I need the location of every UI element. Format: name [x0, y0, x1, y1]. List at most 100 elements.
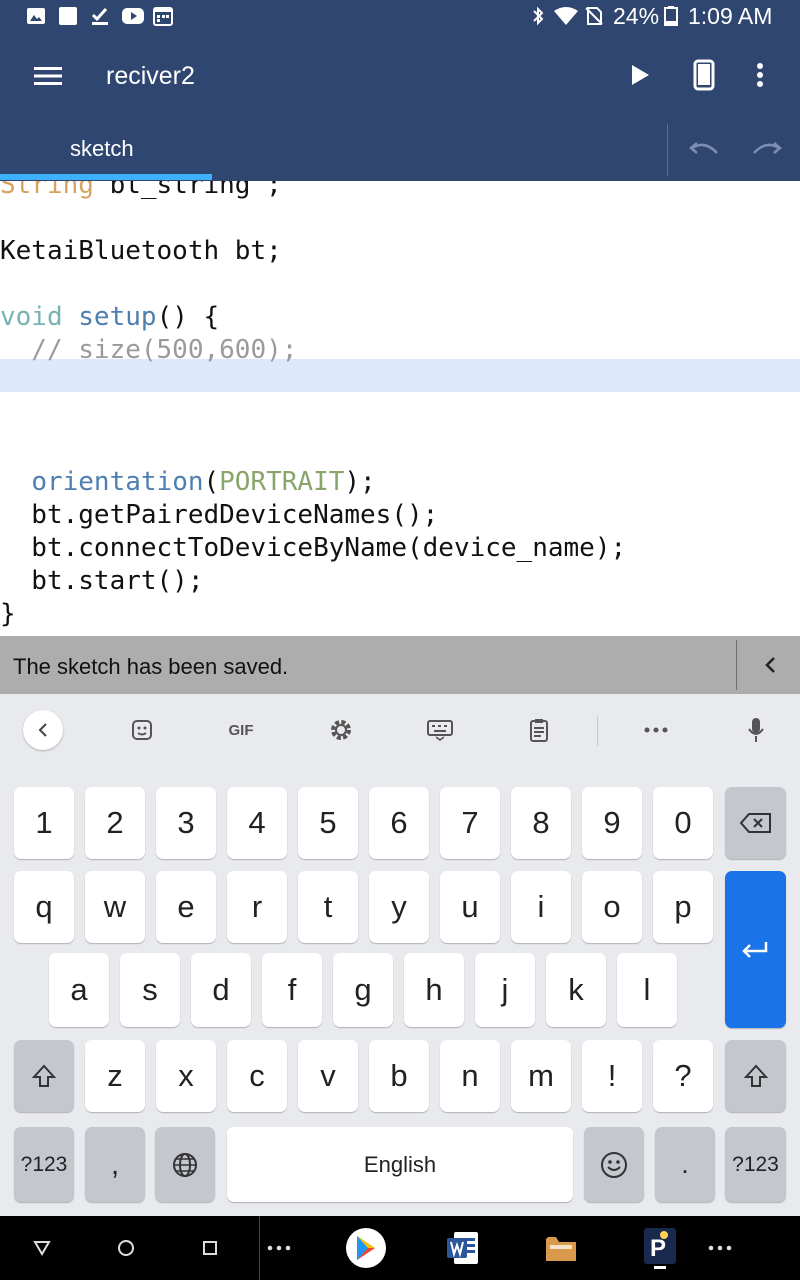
dots-icon[interactable]	[266, 1236, 292, 1260]
key-x[interactable]: x	[156, 1040, 216, 1112]
key-b[interactable]: b	[369, 1040, 429, 1112]
key-4[interactable]: 4	[227, 787, 287, 859]
mic-icon[interactable]	[736, 710, 776, 750]
key-o[interactable]: o	[582, 871, 642, 943]
shift-key-right[interactable]	[725, 1040, 786, 1112]
code-token: void	[0, 302, 63, 332]
svg-text:P: P	[650, 1235, 666, 1262]
wifi-icon	[554, 7, 578, 25]
calendar-icon	[153, 7, 173, 26]
key-c[interactable]: c	[227, 1040, 287, 1112]
files-icon[interactable]	[543, 1230, 579, 1266]
emoji-icon	[601, 1151, 627, 1178]
code-token: orientation	[31, 467, 204, 497]
key-9[interactable]: 9	[582, 787, 642, 859]
app-bar: reciver2 sketch	[0, 33, 800, 181]
gif-icon[interactable]: GIF	[218, 710, 264, 750]
menu-icon[interactable]	[34, 66, 62, 86]
back-chevron-icon[interactable]	[23, 710, 63, 750]
tab-sketch[interactable]: sketch	[70, 136, 134, 162]
code-token: }	[0, 599, 16, 629]
key-3[interactable]: 3	[156, 787, 216, 859]
key-5[interactable]: 5	[298, 787, 358, 859]
sticker-icon[interactable]	[122, 710, 162, 750]
code-token: KetaiBluetooth bt;	[0, 236, 282, 266]
chevron-left-icon[interactable]	[763, 656, 777, 674]
tab-divider	[667, 124, 668, 176]
more-vert-icon[interactable]	[755, 62, 765, 88]
play-store-icon[interactable]	[346, 1228, 386, 1268]
key-q[interactable]: q	[14, 871, 74, 943]
key-k[interactable]: k	[546, 953, 606, 1027]
code-token: bt.start();	[0, 566, 204, 596]
key-8[interactable]: 8	[511, 787, 571, 859]
enter-icon	[741, 941, 767, 958]
emoji-key[interactable]	[584, 1127, 644, 1202]
code-token: () {	[156, 302, 220, 332]
back-triangle-icon[interactable]	[30, 1236, 54, 1260]
key-t[interactable]: t	[298, 871, 358, 943]
key-j[interactable]: j	[475, 953, 535, 1027]
language-key[interactable]	[155, 1127, 215, 1202]
play-icon[interactable]	[629, 64, 651, 86]
enter-key[interactable]	[725, 871, 786, 1028]
key-w[interactable]: w	[85, 871, 145, 943]
clipboard-icon[interactable]	[519, 710, 559, 750]
backspace-key[interactable]	[725, 787, 786, 859]
shift-icon	[743, 1064, 768, 1087]
symbols-key-left[interactable]: ?123	[14, 1127, 74, 1202]
message-divider	[736, 640, 737, 690]
key-r[interactable]: r	[227, 871, 287, 943]
key-l[interactable]: l	[617, 953, 677, 1027]
symbols-key-right[interactable]: ?123	[725, 1127, 786, 1202]
square-icon	[59, 7, 77, 25]
key-7[interactable]: 7	[440, 787, 500, 859]
key-1[interactable]: 1	[14, 787, 74, 859]
recents-square-icon[interactable]	[198, 1236, 222, 1260]
key-s[interactable]: s	[120, 953, 180, 1027]
key-exclamation[interactable]: !	[582, 1040, 642, 1112]
undo-icon[interactable]	[689, 139, 719, 157]
word-icon[interactable]	[446, 1230, 480, 1266]
key-question[interactable]: ?	[653, 1040, 713, 1112]
code-line: KetaiBluetooth bt;	[0, 235, 282, 268]
settings-icon[interactable]	[321, 710, 361, 750]
device-icon[interactable]	[693, 59, 715, 91]
key-0[interactable]: 0	[653, 787, 713, 859]
key-p[interactable]: p	[653, 871, 713, 943]
processing-icon[interactable]: P	[642, 1226, 678, 1270]
key-g[interactable]: g	[333, 953, 393, 1027]
key-n[interactable]: n	[440, 1040, 500, 1112]
redo-icon[interactable]	[752, 139, 782, 157]
code-editor[interactable]: String bt_string ; KetaiBluetooth bt; void…	[0, 181, 800, 636]
key-u[interactable]: u	[440, 871, 500, 943]
key-z[interactable]: z	[85, 1040, 145, 1112]
key-e[interactable]: e	[156, 871, 216, 943]
key-6[interactable]: 6	[369, 787, 429, 859]
key-f[interactable]: f	[262, 953, 322, 1027]
status-message: The sketch has been saved.	[13, 654, 289, 679]
code-line: }	[0, 598, 16, 631]
backspace-icon	[739, 813, 771, 833]
more-icon[interactable]	[636, 710, 676, 750]
shift-key-left[interactable]	[14, 1040, 74, 1112]
key-m[interactable]: m	[511, 1040, 571, 1112]
keyboard: GIF 1234567890 qwertyuiop asdfghjkl zxcvbnm…	[0, 694, 800, 1216]
comma-key[interactable]: ,	[85, 1127, 145, 1202]
key-h[interactable]: h	[404, 953, 464, 1027]
code-line: bt.start();	[0, 565, 204, 598]
key-v[interactable]: v	[298, 1040, 358, 1112]
key-y[interactable]: y	[369, 871, 429, 943]
code-token: (	[203, 467, 220, 497]
space-bar[interactable]: English	[227, 1127, 573, 1202]
key-2[interactable]: 2	[85, 787, 145, 859]
keyboard-icon[interactable]	[420, 710, 460, 750]
key-i[interactable]: i	[511, 871, 571, 943]
period-key[interactable]: .	[655, 1127, 715, 1202]
key-a[interactable]: a	[49, 953, 109, 1027]
dots-icon[interactable]	[707, 1236, 733, 1260]
home-circle-icon[interactable]	[114, 1236, 138, 1260]
key-d[interactable]: d	[191, 953, 251, 1027]
status-bar: 24% 1:09 AM	[0, 0, 800, 33]
